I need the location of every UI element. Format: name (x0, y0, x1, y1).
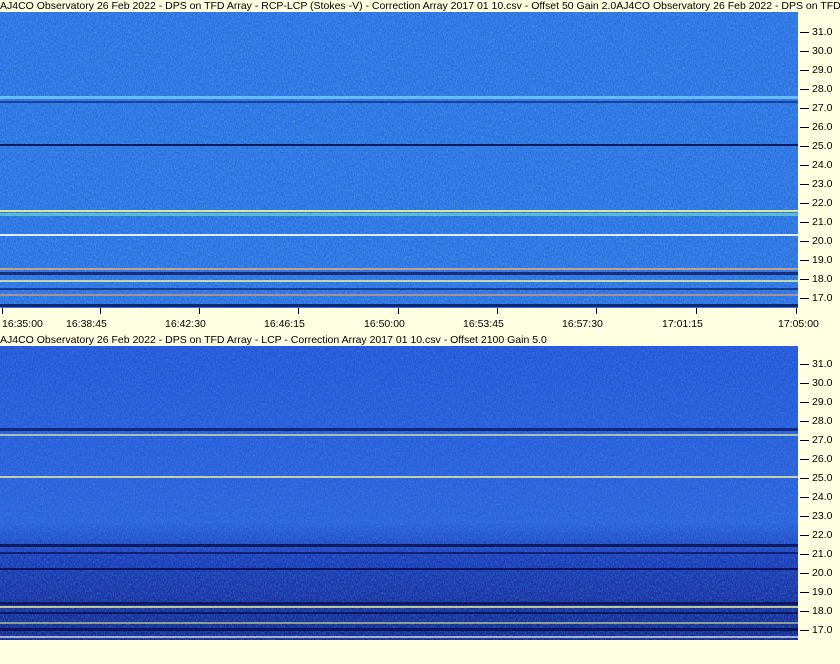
time-label: 17:05:00 (778, 318, 819, 330)
freq-label: 19.0 (812, 586, 833, 598)
freq-label: 21.0 (812, 548, 833, 560)
time-label: 16:46:15 (264, 318, 305, 330)
freq-label: 22.0 (812, 197, 833, 209)
time-label: 16:50:00 (364, 318, 405, 330)
time-label: 16:42:30 (165, 318, 206, 330)
freq-label: 21.0 (812, 216, 833, 228)
time-label: 16:38:45 (66, 318, 107, 330)
freq-label: 19.0 (812, 254, 833, 266)
freq-label: 20.0 (812, 567, 833, 579)
freq-label: 25.0 (812, 140, 833, 152)
bottom-spectrogram-image (0, 346, 798, 640)
freq-label: 29.0 (812, 396, 833, 408)
freq-label: 23.0 (812, 178, 833, 190)
bottom-panel-title: AJ4CO Observatory 26 Feb 2022 - DPS on T… (0, 334, 840, 346)
freq-label: 29.0 (812, 64, 833, 76)
freq-label: 28.0 (812, 415, 833, 427)
freq-label: 26.0 (812, 453, 833, 465)
freq-label: 20.0 (812, 235, 833, 247)
top-spectrogram-image (0, 12, 798, 308)
freq-label: 22.0 (812, 529, 833, 541)
freq-label: 31.0 (812, 26, 833, 38)
freq-label: 25.0 (812, 472, 833, 484)
bottom-frequency-axis: 31.0 30.0 29.0 28.0 27.0 26.0 25.0 24.0 … (798, 346, 840, 640)
freq-label: 17.0 (812, 292, 833, 304)
time-label: 16:53:45 (463, 318, 504, 330)
freq-label: 17.0 (812, 624, 833, 636)
time-label: 17:01:15 (662, 318, 703, 330)
freq-label: 30.0 (812, 377, 833, 389)
top-panel-title: AJ4CO Observatory 26 Feb 2022 - DPS on T… (0, 0, 840, 12)
bottom-margin (0, 640, 840, 664)
time-label: 16:57:30 (562, 318, 603, 330)
freq-label: 24.0 (812, 159, 833, 171)
freq-label: 26.0 (812, 121, 833, 133)
freq-label: 31.0 (812, 358, 833, 370)
freq-label: 28.0 (812, 83, 833, 95)
time-label: 16:35:00 (2, 318, 43, 330)
freq-label: 24.0 (812, 491, 833, 503)
freq-label: 18.0 (812, 605, 833, 617)
freq-label: 27.0 (812, 434, 833, 446)
bottom-spectrogram[interactable] (0, 346, 798, 640)
time-axis: 16:35:00 16:38:45 16:42:30 16:46:15 16:5… (0, 308, 840, 334)
freq-label: 27.0 (812, 102, 833, 114)
freq-label: 23.0 (812, 510, 833, 522)
top-spectrogram[interactable] (0, 12, 798, 308)
freq-label: 18.0 (812, 273, 833, 285)
top-frequency-axis: 31.0 30.0 29.0 28.0 27.0 26.0 25.0 24.0 … (798, 12, 840, 308)
freq-label: 30.0 (812, 45, 833, 57)
